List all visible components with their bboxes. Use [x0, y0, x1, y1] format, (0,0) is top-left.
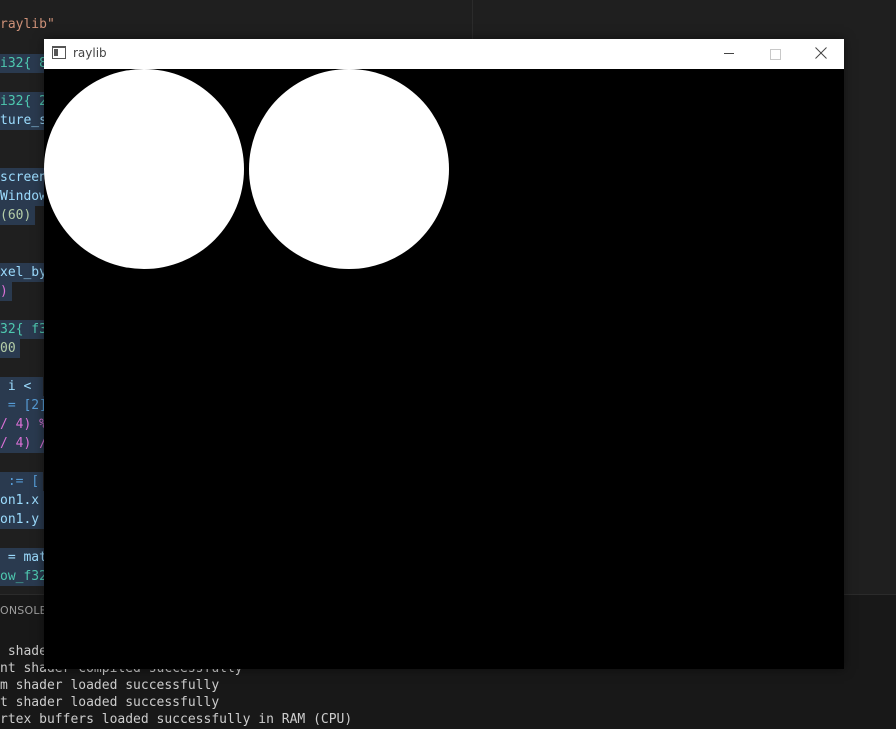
- white-circle-left: [44, 69, 244, 269]
- minimize-icon: [724, 53, 734, 54]
- minimize-button[interactable]: [706, 39, 752, 69]
- tab-console[interactable]: ONSOLE: [0, 604, 47, 617]
- raylib-window[interactable]: raylib: [44, 39, 844, 669]
- render-canvas[interactable]: [44, 69, 844, 669]
- close-button[interactable]: [798, 39, 844, 69]
- code-line: ): [0, 282, 12, 301]
- code-line: 00: [0, 339, 20, 358]
- terminal-line: t shader loaded successfully: [0, 695, 220, 710]
- terminal-line: rtex buffers loaded successfully in RAM …: [0, 712, 353, 727]
- code-line: i <: [0, 377, 44, 396]
- close-icon: [815, 47, 827, 59]
- code-line: := [: [0, 472, 44, 491]
- app-window-icon: [52, 46, 66, 59]
- code-line: raylib": [0, 17, 55, 32]
- maximize-icon: [770, 49, 781, 60]
- maximize-button[interactable]: [752, 39, 798, 69]
- terminal-line: m shader loaded successfully: [0, 678, 220, 693]
- window-titlebar[interactable]: raylib: [44, 39, 844, 69]
- white-circle-right: [249, 69, 449, 269]
- code-line: (60): [0, 206, 36, 225]
- window-title: raylib: [73, 46, 107, 60]
